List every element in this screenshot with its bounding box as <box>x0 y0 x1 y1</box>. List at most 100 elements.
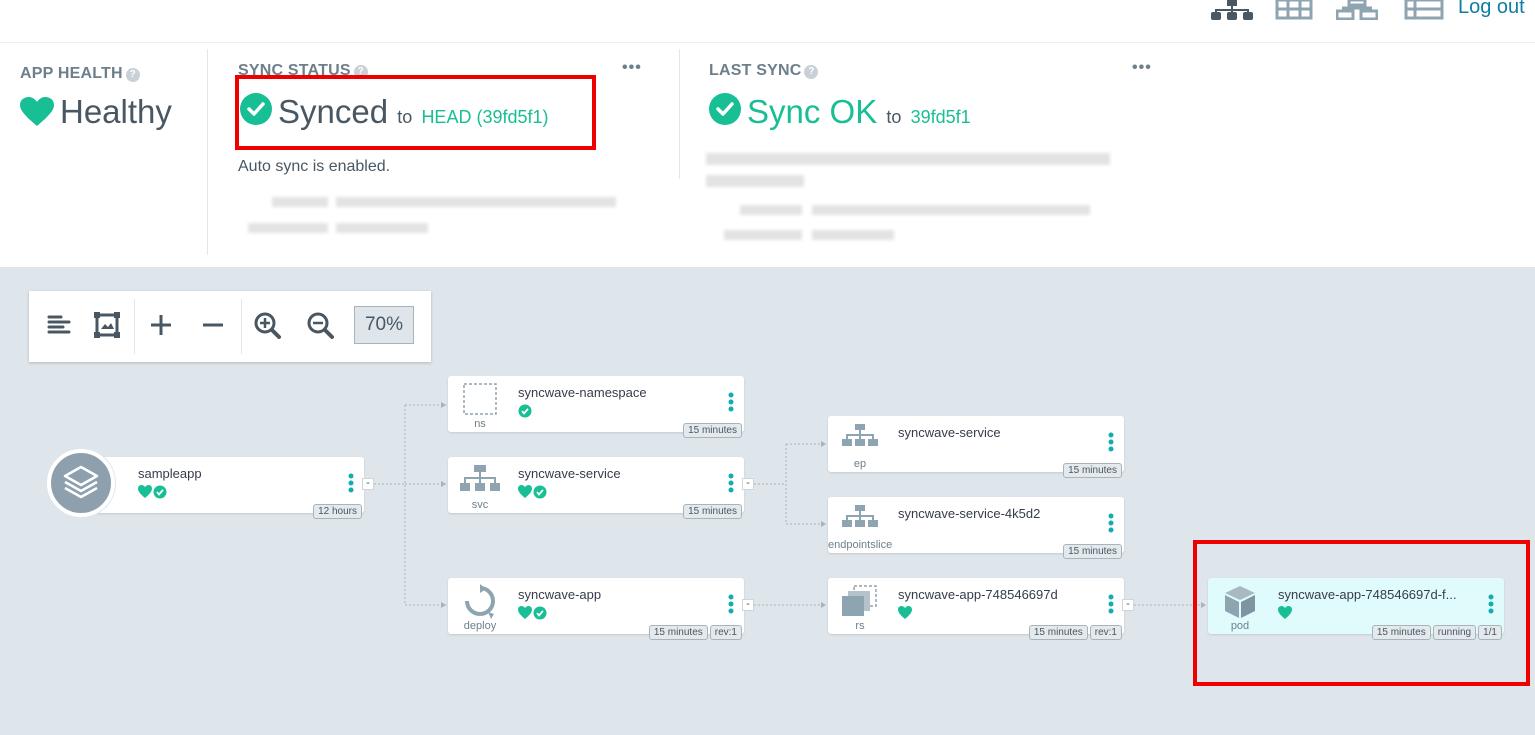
node-name: sampleapp <box>138 466 202 481</box>
collapse-toggle[interactable]: - <box>742 599 754 611</box>
last-sync-menu-button[interactable]: ••• <box>1132 59 1152 77</box>
help-icon[interactable]: ? <box>804 65 819 79</box>
service-node[interactable]: svc syncwave-service 15 minutes <box>448 457 744 519</box>
replicaset-icon <box>842 585 877 616</box>
toolbar-separator <box>134 299 135 354</box>
list-view-icon[interactable] <box>1404 0 1446 20</box>
health-sync-status-icons <box>138 485 167 499</box>
node-tags: 15 minutes rev:1 <box>648 625 742 640</box>
replicaset-node[interactable]: rs syncwave-app-748546697d 15 minutes re… <box>828 578 1124 640</box>
endpointslice-node[interactable]: endpointslice syncwave-service-4k5d2 15 … <box>828 497 1124 559</box>
last-sync-title: LAST SYNC? <box>709 62 819 80</box>
redacted-text <box>812 205 1090 215</box>
divider <box>207 49 208 255</box>
node-name: syncwave-app-748546697d <box>898 587 1058 602</box>
redacted-text <box>248 223 328 233</box>
zoom-out-icon[interactable] <box>304 309 336 341</box>
node-name: syncwave-service <box>518 466 621 481</box>
divider <box>679 49 680 179</box>
namespace-node[interactable]: ns syncwave-namespace 15 minutes <box>448 376 744 438</box>
app-health-status: Healthy <box>20 93 172 131</box>
app-health-title: APP HEALTH? <box>20 65 140 83</box>
check-circle-icon <box>709 93 741 125</box>
node-tags: 15 minutes <box>683 504 742 519</box>
help-icon[interactable]: ? <box>125 68 140 82</box>
sync-status-icon <box>518 404 532 418</box>
redacted-text <box>812 230 894 240</box>
namespace-icon <box>463 383 497 415</box>
zoom-level-input[interactable]: 70% <box>354 306 414 344</box>
align-left-icon[interactable] <box>43 309 75 341</box>
graph-toolbar: 70% <box>29 291 431 362</box>
status-panel: APP HEALTH? Healthy SYNC STATUS? ••• Syn… <box>0 43 1535 267</box>
node-tags: 15 minutes <box>683 423 742 438</box>
revision-tag: rev:1 <box>709 625 742 640</box>
deployment-node[interactable]: deploy syncwave-app 15 minutes rev:1 <box>448 578 744 640</box>
node-name: syncwave-service <box>898 425 1001 440</box>
age-tag: 12 hours <box>313 504 362 519</box>
app-icon[interactable] <box>47 449 115 517</box>
age-tag: 15 minutes <box>1028 625 1088 640</box>
redacted-text <box>336 197 616 207</box>
age-tag: 15 minutes <box>1063 463 1122 478</box>
redacted-text <box>706 153 1110 165</box>
highlight-box <box>235 75 596 150</box>
heart-icon <box>20 97 54 126</box>
service-icon <box>460 465 500 491</box>
node-kind: rs <box>855 620 865 632</box>
toolbar-separator <box>241 299 242 354</box>
node-tags: 15 minutes <box>1063 463 1122 478</box>
node-menu-icon[interactable] <box>728 473 734 493</box>
node-name: syncwave-app <box>518 587 602 602</box>
deployment-icon <box>465 584 495 619</box>
node-tags: 15 minutes <box>1063 544 1122 559</box>
node-name: syncwave-service-4k5d2 <box>898 506 1041 521</box>
layers-icon <box>63 465 99 499</box>
age-tag: 15 minutes <box>1063 544 1122 559</box>
zoom-in-icon[interactable] <box>251 309 283 341</box>
expand-icon[interactable] <box>145 309 177 341</box>
health-sync-status-icons <box>518 485 547 499</box>
last-sync-revision-link[interactable]: 39fd5f1 <box>911 107 971 127</box>
endpointslice-icon <box>842 505 878 527</box>
node-menu-icon[interactable] <box>1108 594 1114 614</box>
highlight-box <box>1193 540 1530 686</box>
collapse-toggle[interactable]: - <box>362 478 374 490</box>
node-tags: 15 minutes rev:1 <box>1028 625 1122 640</box>
node-menu-icon[interactable] <box>728 392 734 412</box>
collapse-toggle[interactable]: - <box>742 478 754 490</box>
redacted-text <box>272 197 328 207</box>
node-menu-icon[interactable] <box>728 594 734 614</box>
last-sync-value: Sync OK to 39fd5f1 <box>709 93 971 131</box>
sync-status-menu-button[interactable]: ••• <box>622 59 642 77</box>
redacted-text <box>740 205 802 215</box>
auto-sync-text: Auto sync is enabled. <box>238 158 391 175</box>
collapse-toggle[interactable]: - <box>1122 599 1134 611</box>
node-menu-icon[interactable] <box>1108 432 1114 452</box>
redacted-text <box>706 175 804 187</box>
node-kind: endpointslice <box>828 539 893 551</box>
age-tag: 15 minutes <box>683 504 742 519</box>
fit-screen-icon[interactable] <box>91 309 123 341</box>
node-menu-icon[interactable] <box>1108 513 1114 533</box>
health-status-icon <box>898 606 912 619</box>
grid-view-icon[interactable] <box>1275 0 1317 20</box>
node-name: syncwave-namespace <box>518 385 647 400</box>
endpoints-icon <box>842 424 878 446</box>
node-tags: 12 hours <box>313 504 362 519</box>
age-tag: 15 minutes <box>683 423 742 438</box>
top-bar: Log out <box>0 0 1535 43</box>
endpoints-node[interactable]: ep syncwave-service 15 minutes <box>828 416 1124 478</box>
resource-graph: 70% sampleapp 12 hours - ns syncwave-nam… <box>0 267 1535 735</box>
revision-tag: rev:1 <box>1089 625 1122 640</box>
health-sync-status-icons <box>518 606 547 620</box>
logout-link[interactable]: Log out <box>1458 0 1525 19</box>
node-kind: svc <box>471 499 489 511</box>
network-view-icon[interactable] <box>1336 0 1378 20</box>
age-tag: 15 minutes <box>648 625 708 640</box>
node-menu-icon[interactable] <box>348 473 354 493</box>
node-kind: ep <box>853 458 867 470</box>
node-kind: ns <box>474 418 486 430</box>
tree-view-icon[interactable] <box>1211 0 1253 20</box>
collapse-icon[interactable] <box>197 309 229 341</box>
